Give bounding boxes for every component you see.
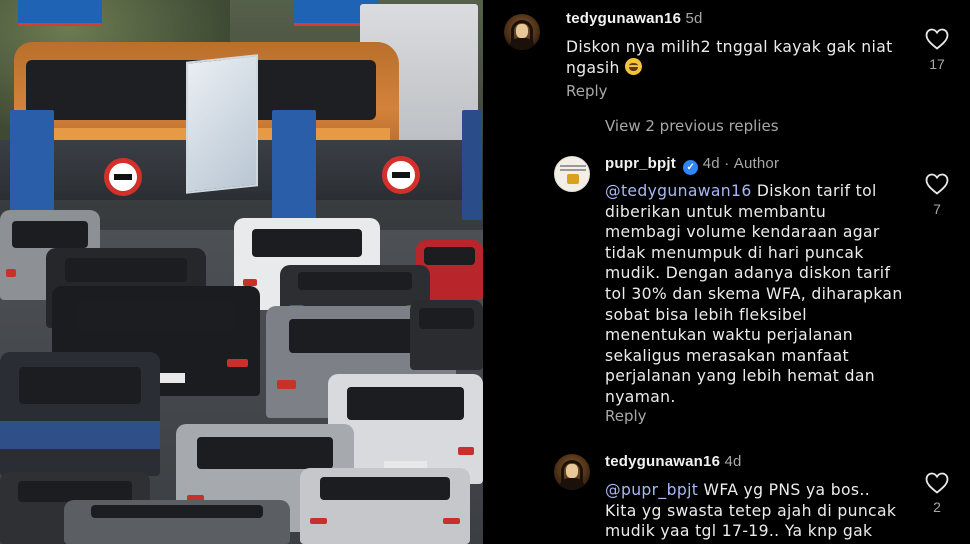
- post-photo: [0, 0, 483, 544]
- comment-body: Diskon tarif tol diberikan untuk membant…: [605, 182, 903, 406]
- view-previous-replies-link[interactable]: View 2 previous replies: [605, 117, 779, 135]
- toll-booth: [272, 110, 316, 220]
- avatar[interactable]: [504, 14, 540, 50]
- mention-link[interactable]: @tedygunawan16: [605, 182, 752, 200]
- comment-body: Diskon nya milih2 tnggal kayak gak niat …: [566, 38, 893, 77]
- comment-age: 4d: [724, 453, 742, 470]
- username-text[interactable]: tedygunawan16: [566, 10, 681, 27]
- avatar[interactable]: [554, 454, 590, 490]
- comment-username[interactable]: tedygunawan16 4d: [605, 453, 742, 470]
- toll-booth: [10, 110, 54, 220]
- comment-username[interactable]: tedygunawan16 5d: [566, 10, 703, 27]
- username-text[interactable]: tedygunawan16: [605, 453, 720, 470]
- comment-text: @pupr_bpjt WFA yg PNS ya bos.. Kita yg s…: [605, 480, 905, 542]
- comments-panel: tedygunawan16 5d Diskon nya milih2 tngga…: [483, 0, 970, 544]
- toll-booth: [462, 110, 482, 220]
- like-count: 7: [933, 201, 941, 217]
- car: [410, 300, 483, 370]
- comment-age: 5d: [685, 10, 703, 27]
- like-count: 17: [929, 56, 945, 72]
- road-sign: [18, 0, 102, 26]
- car: [300, 468, 470, 544]
- no-entry-sign: [382, 156, 420, 194]
- author-label: Author: [733, 155, 780, 172]
- comment-text: @tedygunawan16 Diskon tarif tol diberika…: [605, 181, 905, 408]
- no-entry-sign: [104, 158, 142, 196]
- comment-age: 4d: [702, 155, 720, 172]
- username-text[interactable]: pupr_bpjt: [605, 155, 676, 172]
- info-banner: [186, 54, 258, 194]
- mention-link[interactable]: @pupr_bpjt: [605, 481, 698, 499]
- verified-badge-icon: ✓: [683, 160, 699, 175]
- reply-button[interactable]: Reply: [605, 407, 647, 425]
- reply-button[interactable]: Reply: [566, 82, 608, 100]
- heart-icon[interactable]: [925, 28, 949, 50]
- like-count: 2: [933, 499, 941, 515]
- avatar[interactable]: [554, 156, 590, 192]
- comment-text: Diskon nya milih2 tnggal kayak gak niat …: [566, 37, 896, 78]
- meta-separator: ·: [724, 155, 730, 172]
- grinning-sweat-emoji: [625, 57, 643, 75]
- heart-icon[interactable]: [925, 173, 949, 195]
- comment-username[interactable]: pupr_bpjt ✓ 4d · Author: [605, 155, 779, 175]
- car: [64, 500, 290, 544]
- heart-icon[interactable]: [925, 472, 949, 494]
- pickup-truck: [0, 352, 160, 476]
